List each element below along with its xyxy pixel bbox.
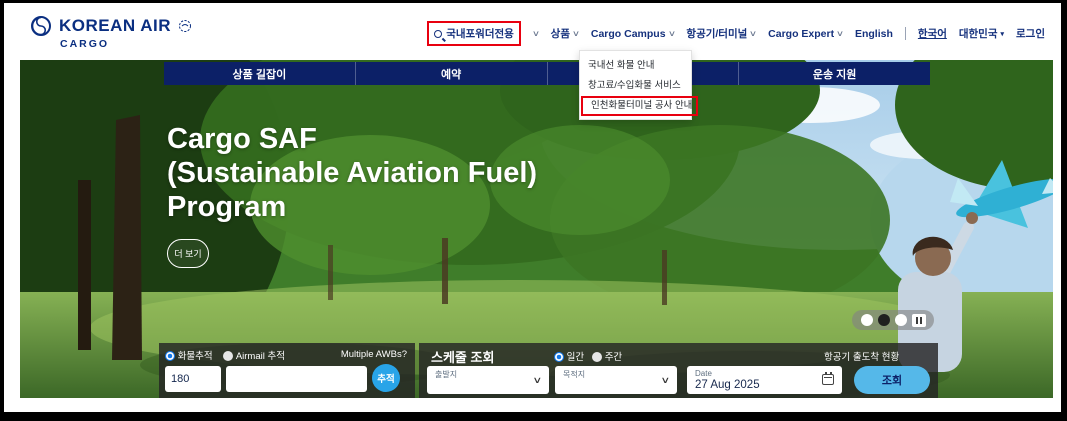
multiple-awbs-link[interactable]: Multiple AWBs?	[341, 349, 407, 360]
nav-aircraft-terminal-label: 항공기/터미널	[686, 26, 747, 41]
hero-title: Cargo SAF (Sustainable Aviation Fuel) Pr…	[167, 122, 537, 224]
weekly-radio-label[interactable]: 주간	[605, 352, 622, 363]
nav-products-label: 상품	[551, 26, 570, 41]
dropdown-item-domestic-cargo[interactable]: 국내선 화물 안내	[580, 56, 691, 76]
carousel-dot-2-active[interactable]	[878, 314, 890, 326]
header: KOREAN AIR CARGO 국내포워더전용 ∨ 상품 ∨ Cargo Ca…	[4, 3, 1061, 57]
divider	[905, 27, 906, 40]
main-nav-product-guide[interactable]: 상품 길잡이	[164, 62, 355, 85]
awb-number-input[interactable]	[226, 366, 367, 392]
login-button[interactable]: 로그인	[1016, 26, 1045, 41]
destination-select[interactable]: 목적지 ∨	[555, 366, 677, 394]
airmail-track-radio[interactable]	[223, 351, 233, 361]
carousel-dot-3[interactable]	[895, 314, 907, 326]
nav-products[interactable]: 상품 ∨	[551, 26, 579, 41]
main-nav-bar: 상품 길잡이 예약 운송 지원	[164, 62, 930, 85]
korean-air-symbol-icon	[30, 15, 52, 37]
lang-korean[interactable]: 한국어	[918, 26, 947, 41]
country-label: 대한민국	[959, 26, 998, 41]
awb-prefix-input[interactable]	[165, 366, 221, 392]
weekly-radio[interactable]	[592, 352, 602, 362]
nav-cargo-expert-label: Cargo Expert	[768, 28, 834, 40]
more-button[interactable]: 더 보기	[167, 239, 209, 268]
cargo-track-radio[interactable]	[165, 351, 175, 361]
country-selector[interactable]: 대한민국 ▾	[959, 26, 1004, 41]
search-icon[interactable]	[434, 30, 442, 38]
utility-nav: 국내포워더전용 ∨ 상품 ∨ Cargo Campus ∨ 항공기/터미널 ∨ …	[427, 21, 1045, 46]
carousel-dot-1[interactable]	[861, 314, 873, 326]
calendar-icon[interactable]	[822, 374, 834, 385]
nav-cargo-campus[interactable]: Cargo Campus ∨	[591, 28, 675, 40]
hero-title-line3: Program	[167, 190, 537, 224]
forwarder-dropdown-menu: 국내선 화물 안내 창고료/수입화물 서비스 인천화물터미널 공사 안내	[579, 50, 692, 120]
daily-radio[interactable]	[554, 352, 564, 362]
chevron-down-icon: ∨	[836, 29, 844, 38]
nav-cargo-expert[interactable]: Cargo Expert ∨	[768, 28, 843, 40]
schedule-search-button[interactable]: 조회	[854, 366, 930, 394]
track-button[interactable]: 추적	[372, 364, 400, 392]
chevron-down-icon: ∨	[572, 29, 580, 38]
forwarder-menu-highlight[interactable]: 국내포워더전용	[427, 21, 521, 46]
carousel-pause-icon[interactable]	[912, 314, 926, 327]
dropdown-highlight-box: 인천화물터미널 공사 안내	[581, 96, 698, 116]
origin-select[interactable]: 출발지 ∨	[427, 366, 549, 394]
dropdown-item-incheon-terminal[interactable]: 인천화물터미널 공사 안내	[583, 98, 696, 114]
flight-status-link[interactable]: 항공기 출도착 현황	[824, 349, 899, 363]
date-field-value: 27 Aug 2025	[695, 379, 760, 391]
schedule-panel: 스케줄 조회 일간 주간 항공기 출도착 현황 출발지 ∨ 목적지 ∨ Date…	[419, 343, 938, 398]
chevron-down-icon: ∨	[532, 29, 540, 38]
date-field[interactable]: Date 27 Aug 2025	[687, 366, 842, 394]
main-nav-transport-support[interactable]: 운송 지원	[738, 62, 930, 85]
nav-cargo-campus-label: Cargo Campus	[591, 28, 666, 40]
hero-banner: Cargo SAF (Sustainable Aviation Fuel) Pr…	[20, 60, 1053, 398]
chevron-down-icon: ∨	[667, 29, 675, 38]
schedule-title: 스케줄 조회	[431, 347, 494, 366]
destination-select-label: 목적지	[563, 369, 585, 380]
date-field-label: Date	[695, 369, 712, 378]
cargo-subtitle: CARGO	[60, 38, 192, 50]
caret-down-icon: ▾	[1001, 30, 1005, 38]
nav-forwarder-label[interactable]: 국내포워더전용	[446, 26, 514, 41]
airmail-track-radio-label[interactable]: Airmail 추적	[236, 351, 285, 362]
skyteam-icon	[178, 19, 192, 33]
lang-english[interactable]: English	[855, 28, 893, 40]
cargo-track-radio-label[interactable]: 화물추적	[178, 351, 213, 362]
cargo-tracking-panel: 화물추적 Airmail 추적 Multiple AWBs? 추적	[159, 343, 415, 398]
carousel-controls	[852, 310, 934, 330]
main-nav-booking[interactable]: 예약	[355, 62, 547, 85]
chevron-down-icon: ∨	[749, 29, 757, 38]
hero-title-line1: Cargo SAF	[167, 122, 537, 156]
chevron-down-icon: ∨	[661, 375, 671, 386]
origin-select-label: 출발지	[435, 369, 457, 380]
page: KOREAN AIR CARGO 국내포워더전용 ∨ 상품 ∨ Cargo Ca…	[4, 3, 1061, 412]
hero-title-line2: (Sustainable Aviation Fuel)	[167, 156, 537, 190]
dropdown-item-warehouse-import[interactable]: 창고료/수입화물 서비스	[580, 76, 691, 96]
chevron-down-icon: ∨	[533, 375, 543, 386]
korean-air-cargo-logo[interactable]: KOREAN AIR CARGO	[30, 15, 192, 50]
nav-aircraft-terminal[interactable]: 항공기/터미널 ∨	[686, 26, 756, 41]
brand-name: KOREAN AIR	[59, 16, 171, 36]
daily-radio-label[interactable]: 일간	[567, 352, 584, 363]
